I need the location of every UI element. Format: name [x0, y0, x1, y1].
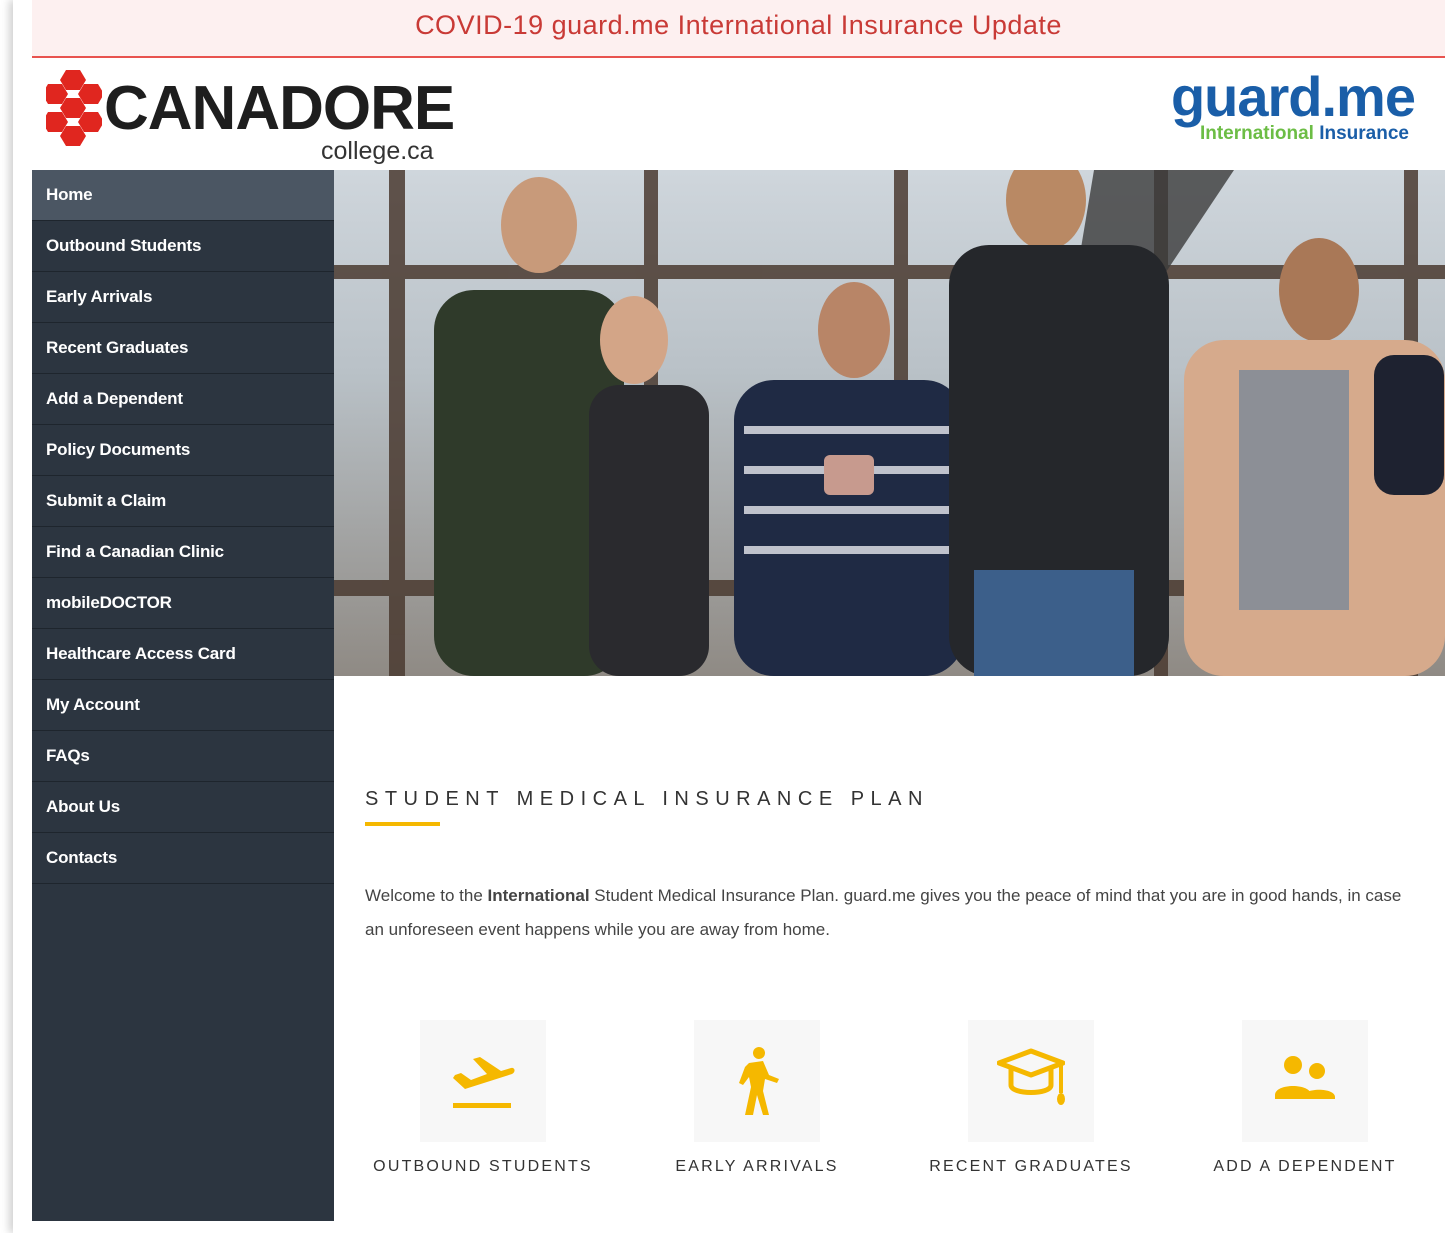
sidebar-item-recent-graduates[interactable]: Recent Graduates: [32, 323, 334, 374]
intro-paragraph: Welcome to the International Student Med…: [365, 879, 1415, 947]
sidebar-item-faqs[interactable]: FAQs: [32, 731, 334, 782]
quick-link-icon-box[interactable]: [1242, 1020, 1368, 1142]
intro-before: Welcome to the: [365, 886, 488, 905]
quick-link-label[interactable]: EARLY ARRIVALS: [627, 1158, 887, 1176]
guardme-tagline-international: International: [1199, 123, 1314, 144]
hero-image: [334, 170, 1445, 676]
sidebar-item-add-dependent[interactable]: Add a Dependent: [32, 374, 334, 425]
quick-link-recent-graduates[interactable]: RECENT GRADUATES: [901, 1020, 1161, 1190]
guardme-logo[interactable]: guard.me International Insurance: [1155, 65, 1416, 148]
graduation-cap-icon: [997, 1048, 1065, 1105]
canadore-logo[interactable]: CANADORE college.ca: [46, 68, 466, 164]
quick-link-label[interactable]: OUTBOUND STUDENTS: [353, 1158, 613, 1176]
quick-link-icon-box[interactable]: [420, 1020, 546, 1142]
people-icon: [1275, 1056, 1335, 1099]
walking-person-icon: [739, 1047, 779, 1115]
guardme-wordmark: guard.me: [1170, 65, 1416, 128]
title-underline: [365, 822, 440, 826]
quick-link-label[interactable]: RECENT GRADUATES: [901, 1158, 1161, 1176]
sidebar-item-about-us[interactable]: About Us: [32, 782, 334, 833]
canadore-domain: college.ca: [321, 137, 434, 165]
banner-text[interactable]: COVID-19 guard.me International Insuranc…: [32, 8, 1445, 42]
sidebar-item-policy-documents[interactable]: Policy Documents: [32, 425, 334, 476]
covid-update-banner[interactable]: COVID-19 guard.me International Insuranc…: [32, 0, 1445, 58]
sidebar-item-mobiledoctor[interactable]: mobileDOCTOR: [32, 578, 334, 629]
sidebar-item-outbound-students[interactable]: Outbound Students: [32, 221, 334, 272]
page-title: STUDENT MEDICAL INSURANCE PLAN: [365, 788, 929, 810]
guardme-tagline: International Insurance: [1200, 124, 1409, 144]
site-header: CANADORE college.ca guard.me Internation…: [32, 58, 1445, 170]
quick-link-add-dependent[interactable]: ADD A DEPENDENT: [1175, 1020, 1435, 1190]
sidebar-item-submit-claim[interactable]: Submit a Claim: [32, 476, 334, 527]
sidebar-item-early-arrivals[interactable]: Early Arrivals: [32, 272, 334, 323]
sidebar-item-healthcare-card[interactable]: Healthcare Access Card: [32, 629, 334, 680]
airplane-departure-icon: [453, 1057, 515, 1108]
quick-link-label[interactable]: ADD A DEPENDENT: [1175, 1158, 1435, 1176]
sidebar-item-contacts[interactable]: Contacts: [32, 833, 334, 884]
guardme-tagline-insurance: Insurance: [1319, 123, 1409, 144]
main-content: STUDENT MEDICAL INSURANCE PLAN Welcome t…: [334, 676, 1445, 1233]
sidebar-item-find-clinic[interactable]: Find a Canadian Clinic: [32, 527, 334, 578]
quick-link-icon-box[interactable]: [694, 1020, 820, 1142]
canadore-wordmark: CANADORE: [104, 74, 455, 143]
quick-link-early-arrivals[interactable]: EARLY ARRIVALS: [627, 1020, 887, 1190]
intro-bold: International: [487, 886, 590, 905]
canadore-mark-icon: [46, 70, 102, 146]
sidebar-nav: Home Outbound Students Early Arrivals Re…: [32, 170, 334, 1221]
quick-link-outbound-students[interactable]: OUTBOUND STUDENTS: [353, 1020, 613, 1190]
hero-photo-illustration: [334, 170, 1445, 676]
quick-link-icon-box[interactable]: [968, 1020, 1094, 1142]
sidebar-item-my-account[interactable]: My Account: [32, 680, 334, 731]
sidebar-item-home[interactable]: Home: [32, 170, 334, 221]
